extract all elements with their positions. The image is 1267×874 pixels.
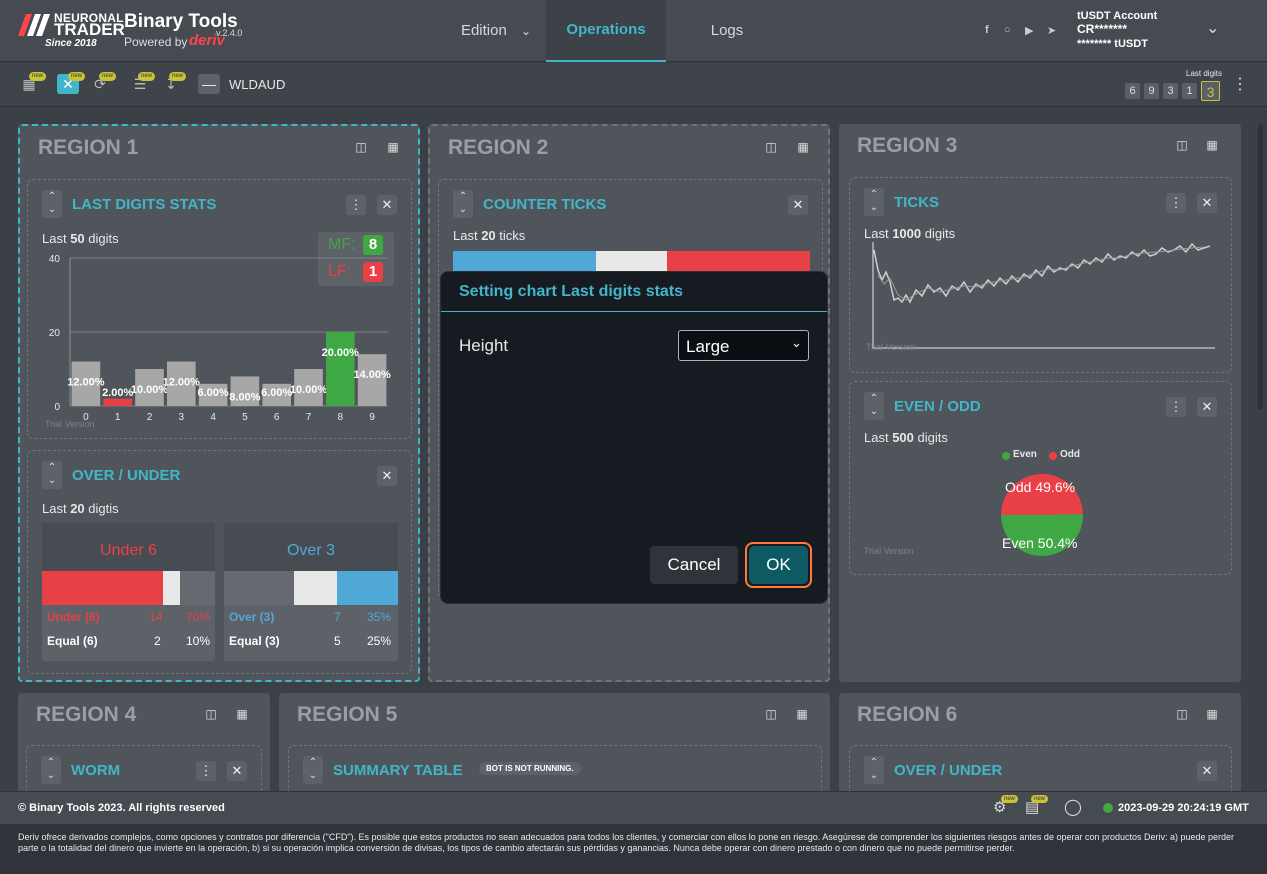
dialog-divider bbox=[441, 311, 827, 312]
height-label: Height bbox=[459, 336, 509, 355]
dialog-title: Setting chart Last digits stats bbox=[459, 283, 684, 300]
height-select-value: Large bbox=[686, 337, 730, 356]
chevron-down-icon: ⌄ bbox=[791, 335, 802, 350]
chart-settings-dialog: Setting chart Last digits stats Height L… bbox=[440, 271, 828, 604]
modal-overlay: Setting chart Last digits stats Height L… bbox=[0, 0, 1267, 874]
cancel-button[interactable]: Cancel bbox=[650, 546, 738, 584]
height-select[interactable]: Large ⌄ bbox=[678, 330, 809, 361]
ok-button[interactable]: OK bbox=[749, 546, 808, 584]
